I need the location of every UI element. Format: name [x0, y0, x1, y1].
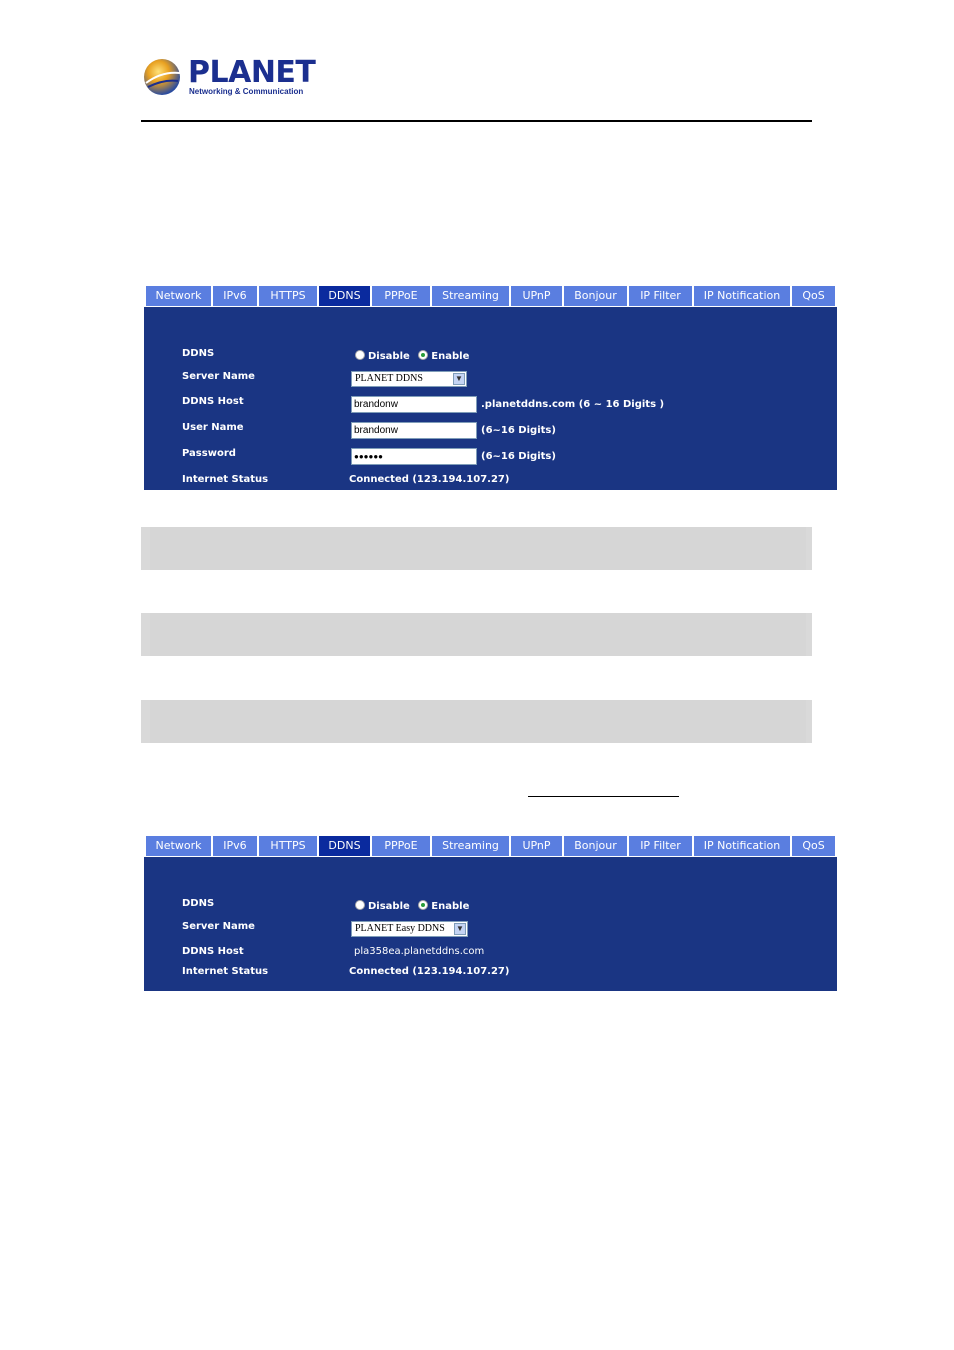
disable-label: Disable — [368, 901, 410, 912]
ddns-host-value: pla358ea.planetddns.com — [354, 946, 485, 957]
ddns-label: DDNS — [182, 898, 215, 909]
chevron-down-icon[interactable]: ▼ — [454, 923, 466, 935]
tab-upnp[interactable]: UPnP — [511, 836, 564, 856]
tab-ddns[interactable]: DDNS — [319, 836, 372, 856]
ddns-label: DDNS — [182, 348, 215, 359]
gray-table-row — [141, 613, 812, 656]
disable-radio[interactable] — [355, 900, 365, 910]
password-hint: (6~16 Digits) — [481, 451, 556, 462]
link-underline[interactable] — [528, 796, 679, 797]
internet-status-label: Internet Status — [182, 966, 269, 977]
server-name-value: PLANET Easy DDNS — [355, 923, 445, 934]
password-label: Password — [182, 448, 236, 459]
internet-status-value: Connected (123.194.107.27) — [349, 966, 510, 977]
globe-icon — [144, 59, 181, 95]
tab-pppoe[interactable]: PPPoE — [372, 836, 432, 856]
tab-ddns[interactable]: DDNS — [319, 286, 372, 306]
tab-network[interactable]: Network — [146, 836, 213, 856]
user-name-input[interactable]: brandonw — [351, 422, 477, 439]
user-name-hint: (6~16 Digits) — [481, 425, 556, 436]
ddns-form: DDNS Disable Enable Server Name PLANET D… — [144, 307, 837, 490]
enable-label: Enable — [431, 351, 470, 362]
header-rule — [141, 120, 812, 122]
ddns-mode-radios: Disable Enable — [355, 350, 469, 362]
ddns-panel-easy: Network IPv6 HTTPS DDNS PPPoE Streaming … — [144, 836, 837, 991]
server-name-value: PLANET DDNS — [355, 373, 423, 384]
enable-label: Enable — [431, 901, 470, 912]
ddns-host-label: DDNS Host — [182, 396, 244, 407]
password-input[interactable]: ●●●●●● — [351, 448, 477, 465]
settings-tabs: Network IPv6 HTTPS DDNS PPPoE Streaming … — [146, 286, 837, 307]
tab-ip-notification[interactable]: IP Notification — [694, 836, 792, 856]
internet-status-value: Connected (123.194.107.27) — [349, 474, 510, 485]
gray-table-row — [141, 700, 812, 743]
brand-tagline: Networking & Communication — [189, 87, 304, 96]
enable-radio[interactable] — [418, 900, 429, 910]
tab-streaming[interactable]: Streaming — [432, 286, 511, 306]
server-name-label: Server Name — [182, 371, 255, 382]
ddns-host-hint: .planetddns.com (6 ~ 16 Digits ) — [481, 399, 665, 410]
internet-status-label: Internet Status — [182, 474, 269, 485]
brand-name: PLANET — [188, 55, 316, 90]
tab-ip-notification[interactable]: IP Notification — [694, 286, 792, 306]
tab-upnp[interactable]: UPnP — [511, 286, 564, 306]
tab-https[interactable]: HTTPS — [259, 836, 319, 856]
gray-table-row — [141, 527, 812, 570]
ddns-panel-planet: Network IPv6 HTTPS DDNS PPPoE Streaming … — [144, 286, 837, 490]
planet-logo: PLANET Networking & Communication — [142, 55, 316, 100]
tab-streaming[interactable]: Streaming — [432, 836, 511, 856]
tab-bonjour[interactable]: Bonjour — [564, 836, 629, 856]
server-name-select[interactable]: PLANET DDNS ▼ — [351, 371, 467, 387]
settings-tabs: Network IPv6 HTTPS DDNS PPPoE Streaming … — [146, 836, 837, 857]
tab-ip-filter[interactable]: IP Filter — [629, 836, 694, 856]
tab-qos[interactable]: QoS — [792, 286, 837, 306]
tab-bonjour[interactable]: Bonjour — [564, 286, 629, 306]
tab-ipv6[interactable]: IPv6 — [213, 286, 259, 306]
tab-pppoe[interactable]: PPPoE — [372, 286, 432, 306]
tab-network[interactable]: Network — [146, 286, 213, 306]
server-name-select[interactable]: PLANET Easy DDNS ▼ — [351, 921, 468, 937]
server-name-label: Server Name — [182, 921, 255, 932]
tab-https[interactable]: HTTPS — [259, 286, 319, 306]
tab-ipv6[interactable]: IPv6 — [213, 836, 259, 856]
ddns-host-input[interactable]: brandonw — [351, 396, 477, 413]
tab-qos[interactable]: QoS — [792, 836, 837, 856]
ddns-form: DDNS Disable Enable Server Name PLANET E… — [144, 857, 837, 991]
chevron-down-icon[interactable]: ▼ — [453, 373, 465, 385]
ddns-host-label: DDNS Host — [182, 946, 244, 957]
tab-ip-filter[interactable]: IP Filter — [629, 286, 694, 306]
enable-radio[interactable] — [418, 350, 429, 360]
ddns-mode-radios: Disable Enable — [355, 900, 469, 912]
disable-label: Disable — [368, 351, 410, 362]
user-name-label: User Name — [182, 422, 244, 433]
disable-radio[interactable] — [355, 350, 365, 360]
